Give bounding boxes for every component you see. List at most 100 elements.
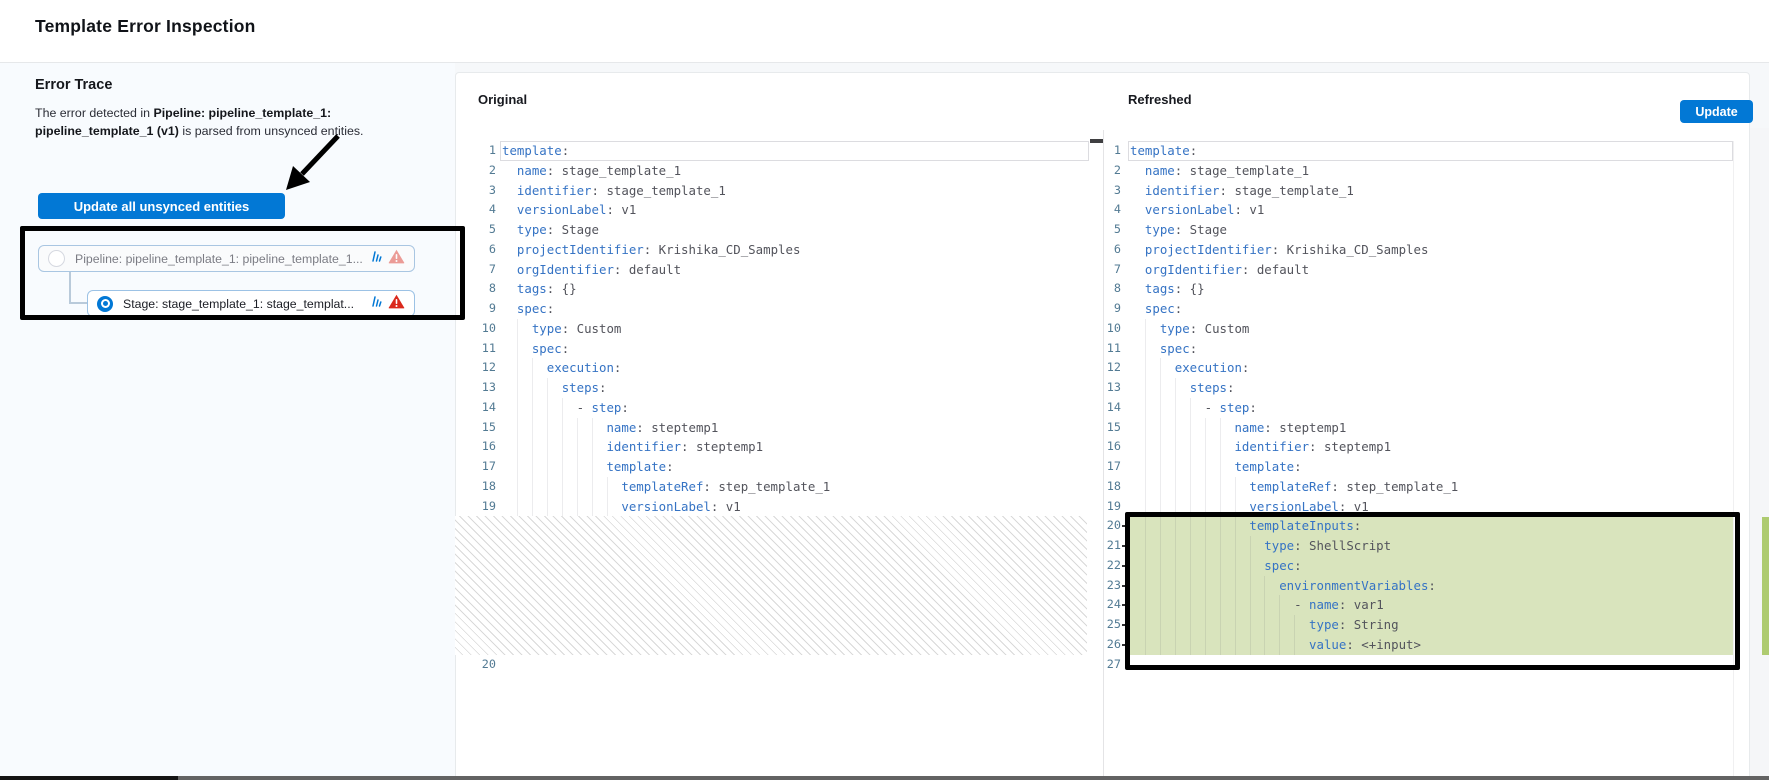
code-text: spec: bbox=[502, 299, 554, 319]
code-text: value: <+input> bbox=[1130, 635, 1421, 655]
code-line: 18 templateRef: step_template_1 bbox=[1103, 477, 1750, 497]
code-line: 18 templateRef: step_template_1 bbox=[455, 477, 1103, 497]
code-text: type: Stage bbox=[502, 220, 599, 240]
code-text: type: Stage bbox=[1130, 220, 1227, 240]
original-pane-title: Original bbox=[478, 92, 527, 107]
line-number: 2 bbox=[1103, 161, 1121, 181]
code-text: versionLabel: v1 bbox=[502, 497, 741, 517]
code-text: orgIdentifier: default bbox=[502, 260, 681, 280]
code-text: tags: {} bbox=[502, 279, 577, 299]
refreshed-pane-title: Refreshed bbox=[1128, 92, 1192, 107]
radio-unselected[interactable] bbox=[48, 250, 65, 267]
code-text: environmentVariables: bbox=[1130, 576, 1436, 596]
code-line: 21 type: ShellScript bbox=[1103, 536, 1750, 556]
code-line: 9 spec: bbox=[455, 299, 1103, 319]
code-text: type: String bbox=[1130, 615, 1399, 635]
code-line: 14 - step: bbox=[455, 398, 1103, 418]
code-line: 17 template: bbox=[1103, 457, 1750, 477]
line-number: 3 bbox=[455, 181, 496, 201]
warning-icon bbox=[388, 249, 405, 269]
added-line-marker bbox=[1122, 545, 1128, 547]
update-button[interactable]: Update bbox=[1680, 100, 1753, 123]
code-text: identifier: stage_template_1 bbox=[1130, 181, 1354, 201]
code-text: template: bbox=[502, 141, 569, 161]
code-text: spec: bbox=[1130, 299, 1182, 319]
update-all-unsynced-button[interactable]: Update all unsynced entities bbox=[38, 193, 285, 219]
tree-item-pipeline[interactable]: Pipeline: pipeline_template_1: pipeline_… bbox=[38, 245, 415, 272]
code-text: execution: bbox=[502, 358, 621, 378]
code-text: type: Custom bbox=[1130, 319, 1249, 339]
code-line: 12 execution: bbox=[1103, 358, 1750, 378]
code-text: template: bbox=[1130, 141, 1197, 161]
line-number: 12 bbox=[455, 358, 496, 378]
line-number: 15 bbox=[455, 418, 496, 438]
code-text: type: Custom bbox=[502, 319, 621, 339]
tree-connector bbox=[69, 272, 71, 303]
code-line: 9 spec: bbox=[1103, 299, 1750, 319]
code-text: steps: bbox=[502, 378, 606, 398]
tree-item-stage[interactable]: Stage: stage_template_1: stage_templat..… bbox=[87, 290, 415, 317]
code-line: 22 spec: bbox=[1103, 556, 1750, 576]
line-number: 8 bbox=[1103, 279, 1121, 299]
code-text: versionLabel: v1 bbox=[502, 200, 636, 220]
bottom-edge-bar bbox=[178, 776, 1769, 780]
code-line: 3 identifier: stage_template_1 bbox=[455, 181, 1103, 201]
line-number: 19 bbox=[455, 497, 496, 517]
code-text: identifier: steptemp1 bbox=[502, 437, 763, 457]
line-number: 25 bbox=[1103, 615, 1121, 635]
code-line: 27 bbox=[1103, 655, 1750, 675]
code-line: 5 type: Stage bbox=[455, 220, 1103, 240]
line-number: 19 bbox=[1103, 497, 1121, 517]
code-text: - name: var1 bbox=[1130, 595, 1384, 615]
line-number: 17 bbox=[1103, 457, 1121, 477]
code-line: 4 versionLabel: v1 bbox=[1103, 200, 1750, 220]
error-trace-panel bbox=[0, 63, 455, 776]
code-line: 10 type: Custom bbox=[1103, 319, 1750, 339]
template-library-icon bbox=[369, 295, 382, 313]
code-line: 8 tags: {} bbox=[1103, 279, 1750, 299]
line-number: 10 bbox=[1103, 319, 1121, 339]
line-number: 5 bbox=[1103, 220, 1121, 240]
line-number: 21 bbox=[1103, 536, 1121, 556]
refreshed-editor[interactable]: 1template:2 name: stage_template_13 iden… bbox=[1103, 141, 1750, 675]
code-line: 14 - step: bbox=[1103, 398, 1750, 418]
code-line: 11 spec: bbox=[1103, 339, 1750, 359]
code-line: 3 identifier: stage_template_1 bbox=[1103, 181, 1750, 201]
code-text: - step: bbox=[1130, 398, 1257, 418]
tree-item-label: Pipeline: pipeline_template_1: pipeline_… bbox=[75, 252, 363, 266]
line-number: 20 bbox=[455, 655, 496, 675]
diff-placeholder-hatch bbox=[455, 516, 1087, 654]
code-line: 20 bbox=[455, 655, 1103, 675]
code-text: templateRef: step_template_1 bbox=[502, 477, 830, 497]
code-text: name: stage_template_1 bbox=[502, 161, 681, 181]
code-text: templateInputs: bbox=[1130, 516, 1361, 536]
code-line: 5 type: Stage bbox=[1103, 220, 1750, 240]
line-number: 11 bbox=[455, 339, 496, 359]
code-line: 26 value: <+input> bbox=[1103, 635, 1750, 655]
code-line: 24 - name: var1 bbox=[1103, 595, 1750, 615]
code-text: name: stage_template_1 bbox=[1130, 161, 1309, 181]
overview-ruler-added-mark[interactable] bbox=[1762, 517, 1769, 655]
code-text: name: steptemp1 bbox=[1130, 418, 1346, 438]
code-text: spec: bbox=[1130, 339, 1197, 359]
original-editor[interactable]: 1template:2 name: stage_template_13 iden… bbox=[455, 141, 1103, 675]
code-text: identifier: steptemp1 bbox=[1130, 437, 1391, 457]
code-text: spec: bbox=[1130, 556, 1302, 576]
page-header bbox=[0, 0, 1769, 63]
code-line: 7 orgIdentifier: default bbox=[455, 260, 1103, 280]
line-number: 17 bbox=[455, 457, 496, 477]
line-number: 11 bbox=[1103, 339, 1121, 359]
line-number: 20 bbox=[1103, 516, 1121, 536]
code-line: 15 name: steptemp1 bbox=[455, 418, 1103, 438]
added-line-marker bbox=[1122, 604, 1128, 606]
code-text: projectIdentifier: Krishika_CD_Samples bbox=[1130, 240, 1428, 260]
template-error-inspection-page: Template Error Inspection Error Trace Th… bbox=[0, 0, 1769, 780]
radio-selected[interactable] bbox=[97, 296, 113, 312]
line-number: 7 bbox=[1103, 260, 1121, 280]
added-line-marker bbox=[1122, 565, 1128, 567]
code-line: 19 versionLabel: v1 bbox=[455, 497, 1103, 517]
code-line: 16 identifier: steptemp1 bbox=[1103, 437, 1750, 457]
bottom-edge-bar bbox=[0, 776, 178, 780]
code-line: 6 projectIdentifier: Krishika_CD_Samples bbox=[455, 240, 1103, 260]
code-line: 12 execution: bbox=[455, 358, 1103, 378]
